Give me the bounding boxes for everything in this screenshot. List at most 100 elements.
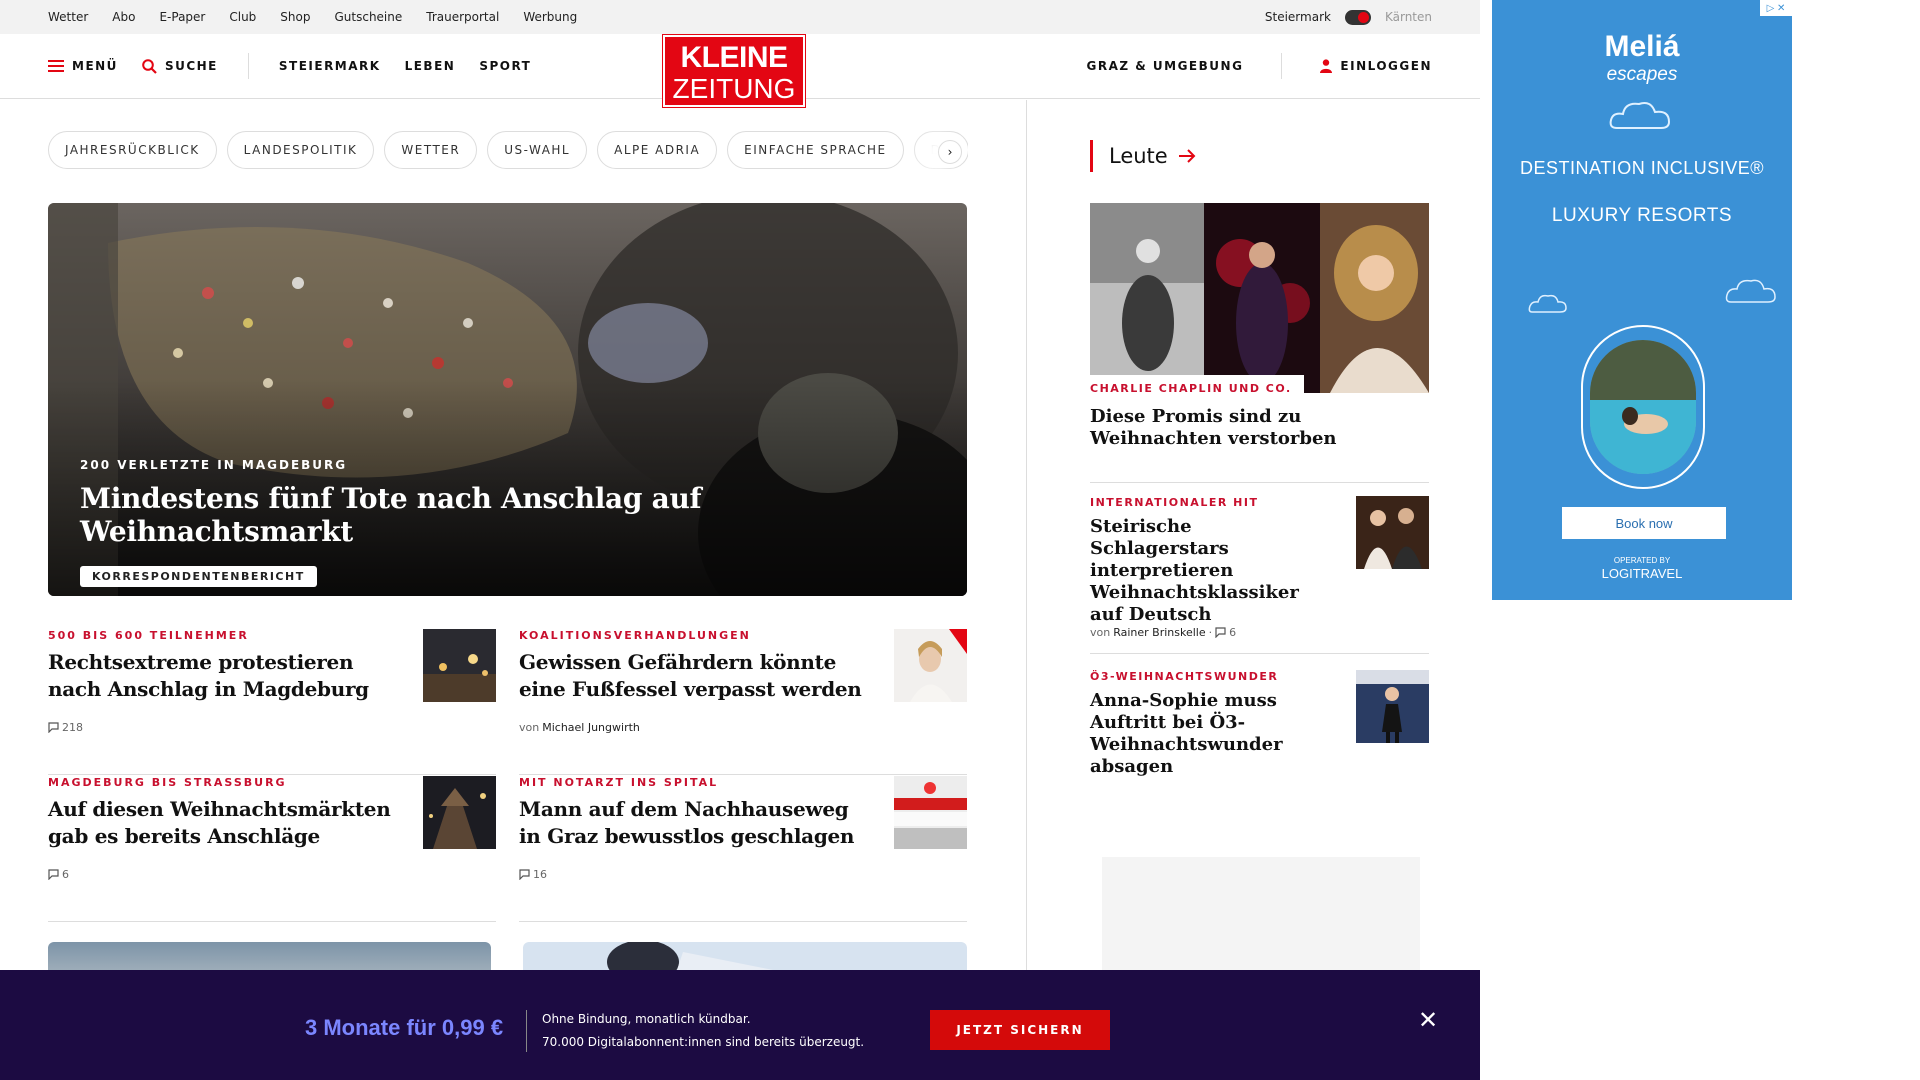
utility-bar: Wetter Abo E-Paper Club Shop Gutscheine … — [0, 0, 1480, 34]
login-label: EINLOGGEN — [1340, 59, 1432, 73]
utility-link-wetter[interactable]: Wetter — [48, 10, 88, 24]
teaser-meta: 218 — [48, 721, 83, 734]
ad-book-button[interactable]: Book now — [1562, 507, 1726, 539]
nav-section-steiermark[interactable]: STEIERMARK — [279, 59, 381, 73]
main-column: JAHRESRÜCKBLICK LANDESPOLITIK WETTER US-… — [0, 100, 1027, 1080]
teaser-article[interactable]: KOALITIONSVERHANDLUNGEN Gewissen Gefährd… — [519, 629, 967, 775]
teaser-title[interactable]: Rechtsextreme protestieren nach Anschlag… — [48, 649, 393, 703]
hero-title[interactable]: Mindestens fünf Tote nach Anschlag auf W… — [80, 482, 967, 548]
author-prefix: von — [519, 721, 540, 734]
region-link-graz[interactable]: GRAZ & UMGEBUNG — [1087, 59, 1244, 73]
teaser-article[interactable]: 500 BIS 600 TEILNEHMER Rechtsextreme pro… — [48, 629, 496, 775]
teaser-kicker: 500 BIS 600 TEILNEHMER — [48, 629, 249, 642]
chip-us-wahl[interactable]: US-WAHL — [487, 131, 588, 169]
news-site: Wetter Abo E-Paper Club Shop Gutscheine … — [0, 0, 1480, 1080]
nav-divider-right — [1281, 53, 1283, 79]
nav-section-leben[interactable]: LEBEN — [405, 59, 456, 73]
teaser-kicker: MIT NOTARZT INS SPITAL — [519, 776, 719, 789]
teaser-kicker: MAGDEBURG BIS STRASSBURG — [48, 776, 287, 789]
chip-wetter[interactable]: WETTER — [384, 131, 478, 169]
comment-count[interactable]: 6 — [62, 868, 69, 881]
site-logo[interactable]: KLEINE ZEITUNG — [662, 34, 806, 108]
teaser-title[interactable]: Auf diesen Weihnachtsmärkten gab es bere… — [48, 796, 393, 850]
topic-chips: JAHRESRÜCKBLICK LANDESPOLITIK WETTER US-… — [48, 131, 968, 171]
cloud-icon — [1725, 279, 1776, 303]
teaser-title[interactable]: Gewissen Gefährdern könnte eine Fußfesse… — [519, 649, 864, 703]
sidebar-article-image — [1356, 496, 1429, 569]
sidebar-article-kicker: Ö3-WEIHNACHTSWUNDER — [1090, 670, 1279, 683]
promo-price: 3 Monate für 0,99 € — [305, 1015, 504, 1040]
teaser-article[interactable]: MIT NOTARZT INS SPITAL Mann auf dem Nach… — [519, 776, 967, 922]
chip-einfache-sprache[interactable]: EINFACHE SPRACHE — [727, 131, 904, 169]
author-name[interactable]: Michael Jungwirth — [542, 721, 640, 734]
ad-column: ▷ ✕ Meliá escapes DESTINATION INCLUSIVE®… — [1480, 0, 1920, 1080]
display-ad[interactable]: ▷ ✕ Meliá escapes DESTINATION INCLUSIVE®… — [1492, 0, 1792, 600]
chip-jahresrueckblick[interactable]: JAHRESRÜCKBLICK — [48, 131, 217, 169]
comment-icon — [48, 869, 59, 880]
sidebar-article-title[interactable]: Anna-Sophie muss Auftritt bei Ö3-Weihnac… — [1090, 690, 1330, 778]
utility-link-club[interactable]: Club — [229, 10, 256, 24]
promo-line-1: Ohne Bindung, monatlich kündbar. — [542, 1012, 751, 1026]
teaser-title[interactable]: Mann auf dem Nachhauseweg in Graz bewuss… — [519, 796, 864, 850]
hero-text: 200 VERLETZTE IN MAGDEBURG Mindestens fü… — [80, 458, 967, 587]
sidebar-article-image — [1356, 670, 1429, 743]
subscribe-button[interactable]: JETZT SICHERN — [930, 1010, 1110, 1050]
sidebar-heading-link[interactable]: Leute — [1090, 140, 1196, 172]
teaser-image — [894, 776, 967, 849]
search-button[interactable]: SUCHE — [142, 58, 218, 74]
sidebar-article-title[interactable]: Steirische Schlagerstars interpretieren … — [1090, 516, 1330, 626]
teaser-meta: 16 — [519, 868, 547, 881]
sidebar-article[interactable]: Ö3-WEIHNACHTSWUNDER Anna-Sophie muss Auf… — [1090, 670, 1429, 800]
utility-link-abo[interactable]: Abo — [112, 10, 135, 24]
comment-icon — [519, 869, 530, 880]
sidebar-lead-title[interactable]: Diese Promis sind zu Weihnachten verstor… — [1090, 406, 1410, 450]
login-button[interactable]: EINLOGGEN — [1320, 59, 1432, 73]
nav-left: MENÜ SUCHE STEIERMARK LEBEN SPORT — [48, 53, 531, 79]
ad-luxury: LUXURY RESORTS — [1551, 205, 1733, 226]
ad-image — [1590, 340, 1696, 474]
utility-link-shop[interactable]: Shop — [280, 10, 310, 24]
region-kaernten[interactable]: Kärnten — [1385, 10, 1432, 24]
sidebar-lead-article[interactable]: CHARLIE CHAPLIN UND CO. Diese Promis sin… — [1090, 203, 1429, 483]
teaser-kicker: KOALITIONSVERHANDLUNGEN — [519, 629, 751, 642]
teaser-image — [894, 629, 967, 702]
sidebar-lead-image — [1090, 203, 1429, 393]
comment-count[interactable]: 6 — [1229, 626, 1236, 639]
subscription-banner: 3 Monate für 0,99 € Ohne Bindung, monatl… — [0, 970, 1480, 1080]
region-toggle[interactable] — [1344, 9, 1371, 25]
chip-landespolitik[interactable]: LANDESPOLITIK — [226, 131, 375, 169]
search-label: SUCHE — [164, 59, 218, 73]
menu-button[interactable]: MENÜ — [48, 59, 118, 73]
comment-count[interactable]: 16 — [533, 868, 547, 881]
teaser-article[interactable]: MAGDEBURG BIS STRASSBURG Auf diesen Weih… — [48, 776, 496, 922]
sidebar-article[interactable]: INTERNATIONALER HIT Steirische Schlagers… — [1090, 496, 1429, 654]
ad-partner: LOGITRAVEL — [1601, 566, 1683, 581]
utility-link-gutscheine[interactable]: Gutscheine — [334, 10, 402, 24]
chevron-right-icon[interactable]: › — [938, 140, 962, 164]
promo-line-2: 70.000 Digitalabonnent:innen sind bereit… — [542, 1035, 865, 1049]
arrow-right-icon — [1178, 149, 1196, 163]
chip-alpe-adria[interactable]: ALPE ADRIA — [597, 131, 718, 169]
comment-icon — [1215, 627, 1226, 638]
hero-article[interactable]: 200 VERLETZTE IN MAGDEBURG Mindestens fü… — [48, 203, 967, 596]
author-name[interactable]: Rainer Brinskelle — [1113, 626, 1205, 639]
ad-brand-sub: escapes — [1606, 64, 1678, 85]
region-steiermark[interactable]: Steiermark — [1265, 10, 1331, 24]
nav-section-sport[interactable]: SPORT — [479, 59, 531, 73]
sidebar-article-meta: von Rainer Brinskelle · 6 — [1090, 626, 1237, 639]
teaser-meta: 6 — [48, 868, 69, 881]
teaser-meta: von Michael Jungwirth — [519, 721, 640, 734]
nav-divider — [247, 53, 249, 79]
user-icon — [1320, 59, 1333, 73]
close-icon[interactable]: ✕ — [1416, 1008, 1440, 1032]
utility-link-epaper[interactable]: E-Paper — [159, 10, 205, 24]
adchoices-icon[interactable]: ▷ ✕ — [1760, 0, 1792, 16]
promo-divider — [526, 1010, 527, 1052]
teaser-image — [423, 629, 496, 702]
nav-right: GRAZ & UMGEBUNG EINLOGGEN — [1087, 53, 1433, 79]
hero-kicker: 200 VERLETZTE IN MAGDEBURG — [80, 458, 348, 472]
utility-link-trauerportal[interactable]: Trauerportal — [426, 10, 499, 24]
menu-label: MENÜ — [72, 59, 118, 73]
comment-count[interactable]: 218 — [62, 721, 83, 734]
utility-link-werbung[interactable]: Werbung — [523, 10, 577, 24]
